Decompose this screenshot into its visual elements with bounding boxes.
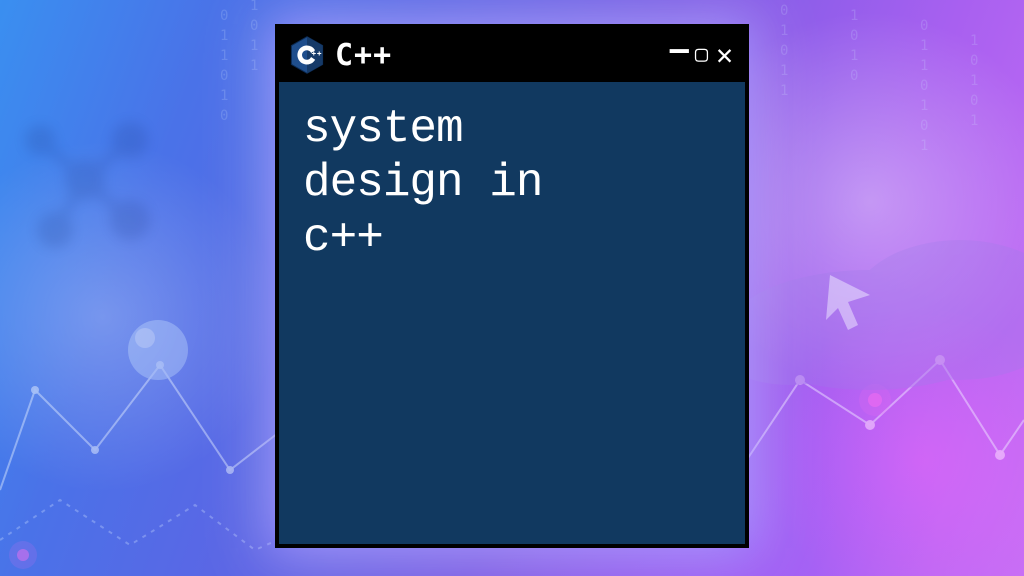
svg-text:0: 0	[220, 68, 228, 84]
window-controls: — ▢ ✕	[670, 39, 733, 71]
svg-text:1: 1	[970, 73, 978, 89]
svg-text:1: 1	[850, 8, 858, 24]
svg-text:0: 0	[970, 93, 978, 109]
svg-text:1: 1	[250, 0, 258, 14]
window-title: C++	[335, 38, 660, 73]
svg-text:0: 0	[220, 8, 228, 24]
svg-text:1: 1	[780, 63, 788, 79]
svg-text:0: 0	[920, 78, 928, 94]
svg-text:0: 0	[920, 118, 928, 134]
maximize-button[interactable]: ▢	[695, 44, 708, 66]
svg-text:0: 0	[220, 108, 228, 124]
svg-text:0: 0	[970, 53, 978, 69]
svg-text:1: 1	[220, 48, 228, 64]
svg-text:0: 0	[780, 3, 788, 19]
cpp-logo-icon	[289, 37, 325, 73]
minimize-button[interactable]: —	[670, 33, 687, 65]
svg-text:1: 1	[250, 38, 258, 54]
svg-text:0: 0	[850, 68, 858, 84]
svg-text:0: 0	[780, 43, 788, 59]
svg-text:1: 1	[780, 23, 788, 39]
terminal-window: C++ — ▢ ✕ system design in c++	[275, 24, 749, 548]
svg-text:1: 1	[970, 33, 978, 49]
svg-text:1: 1	[920, 138, 928, 154]
close-button[interactable]: ✕	[716, 41, 733, 69]
svg-text:1: 1	[920, 58, 928, 74]
svg-text:0: 0	[850, 28, 858, 44]
svg-text:1: 1	[780, 83, 788, 99]
svg-text:1: 1	[850, 48, 858, 64]
svg-text:1: 1	[970, 113, 978, 129]
titlebar[interactable]: C++ — ▢ ✕	[279, 28, 745, 82]
svg-text:0: 0	[250, 18, 258, 34]
svg-text:1: 1	[220, 28, 228, 44]
terminal-content: system design in c++	[279, 82, 745, 285]
svg-text:1: 1	[920, 38, 928, 54]
svg-text:1: 1	[220, 88, 228, 104]
svg-text:1: 1	[920, 98, 928, 114]
svg-text:1: 1	[250, 58, 258, 74]
svg-text:0: 0	[920, 18, 928, 34]
